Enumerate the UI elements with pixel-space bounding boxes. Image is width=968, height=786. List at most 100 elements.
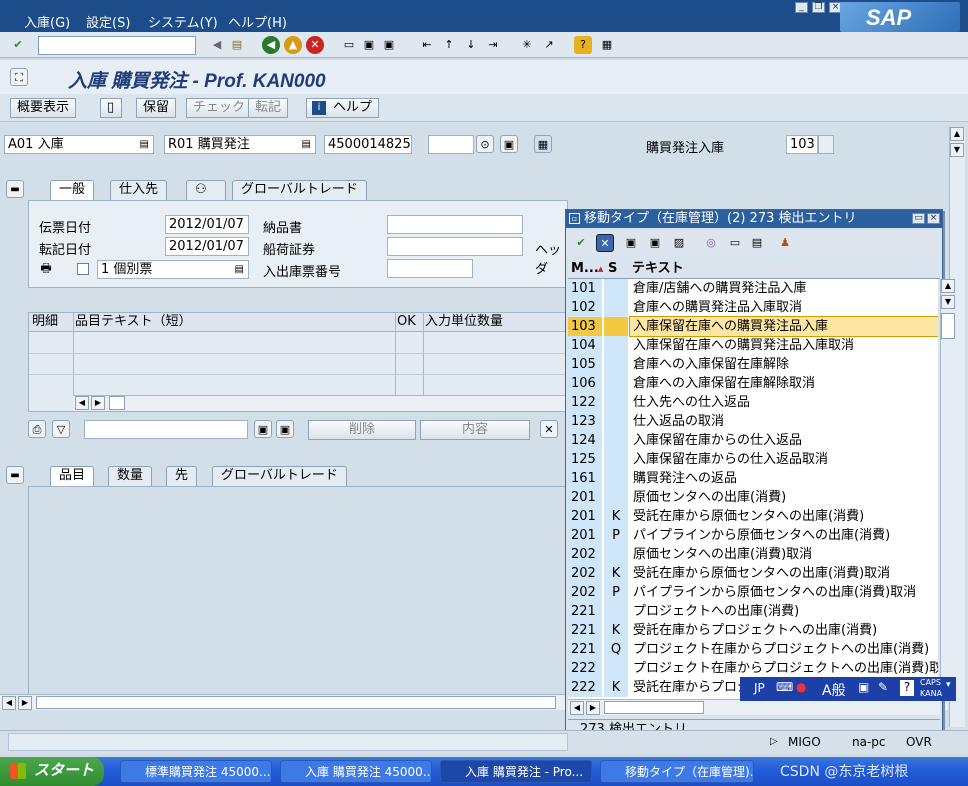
scroll-up-icon[interactable]: ▲ (941, 279, 955, 293)
movement-type-row[interactable]: 102 倉庫への購買発注品入庫取消 (568, 298, 938, 317)
print-icon[interactable]: ▭ (340, 36, 358, 54)
movement-type-row[interactable]: 101 倉庫/店舗への購買発注品入庫 (568, 279, 938, 298)
new-session-icon[interactable]: ✳ (518, 36, 536, 54)
popup-horizontal-scrollbar[interactable]: ◀ ▶ (568, 699, 940, 715)
scroll-right-icon[interactable]: ▶ (586, 701, 600, 715)
task-gr-po-1[interactable]: 入庫 購買発注 45000... (280, 760, 432, 783)
post-date-input[interactable]: 2012/01/07 (165, 237, 249, 256)
scroll-up-icon[interactable]: ▲ (950, 127, 964, 141)
movement-type-input[interactable]: 103 (786, 135, 818, 154)
doc-date-input[interactable]: 2012/01/07 (165, 215, 249, 234)
tab-destination[interactable]: 先 (166, 466, 198, 486)
status-arrow-icon[interactable]: ▷ (770, 736, 778, 747)
shortcut-icon[interactable]: ↗ (540, 36, 558, 54)
scroll-thumb[interactable] (941, 313, 955, 339)
scroll-thumb[interactable] (604, 701, 704, 714)
personal-list-icon[interactable]: ♟ (776, 234, 794, 252)
transaction-icon[interactable]: ⛶ (10, 68, 28, 86)
confirm-icon[interactable]: ✔ (572, 234, 590, 252)
layout-icon[interactable]: ▦ (598, 36, 616, 54)
collapse-header-icon[interactable]: ▬ (6, 180, 24, 198)
scroll-thumb[interactable] (109, 396, 125, 410)
back-arrow-icon[interactable]: ◀ (208, 36, 226, 54)
dictionary-icon[interactable]: ▣ (858, 680, 869, 694)
col-movement[interactable]: M... (571, 259, 599, 278)
settings-icon[interactable]: ▤ (748, 234, 766, 252)
tab-material[interactable]: 品目 (50, 466, 95, 486)
scroll-right-icon[interactable]: ▶ (18, 696, 32, 710)
items-horizontal-scrollbar[interactable]: ◀ ▶ (73, 395, 567, 411)
movement-type-row[interactable]: 123 仕入返品の取消 (568, 412, 938, 431)
movement-type-row[interactable]: 202 原価センタへの出庫(消費)取消 (568, 545, 938, 564)
ime-mode[interactable]: A般 (822, 680, 846, 700)
task-gr-po-2[interactable]: 入庫 購買発注 - Pro... (440, 760, 592, 783)
movement-type-row[interactable]: 161 購買発注への返品 (568, 469, 938, 488)
find-next-icon[interactable]: ▣ (646, 234, 664, 252)
movement-type-row[interactable]: 103 入庫保留在庫への購買発注品入庫 (568, 316, 938, 337)
check-button[interactable]: チェック (186, 98, 253, 118)
col-item[interactable]: 明細 (32, 313, 58, 331)
scroll-left-icon[interactable]: ◀ (570, 701, 584, 715)
task-movement-type[interactable]: 移動タイプ（在庫管理)... (600, 760, 754, 783)
tab-global-trade[interactable]: グローバルトレード (232, 180, 367, 200)
keyboard-icon[interactable]: ⌨ (776, 680, 793, 694)
command-field[interactable] (38, 36, 196, 55)
menu-goods-receipt[interactable]: 入庫(G) (24, 12, 70, 31)
back-icon[interactable]: ◀ (262, 36, 280, 54)
popup-vertical-scrollbar[interactable]: ▲ ▼ (940, 279, 956, 699)
new-document-icon[interactable]: ▯ (100, 98, 122, 118)
scroll-left-icon[interactable]: ◀ (2, 696, 16, 710)
scroll-down-icon[interactable]: ▼ (941, 295, 955, 309)
start-button[interactable]: スタート (0, 757, 104, 786)
find-icon[interactable]: ▣ (360, 36, 378, 54)
movement-type-row[interactable]: 221 プロジェクトへの出庫(消費) (568, 602, 938, 621)
col-material-text[interactable]: 品目テキスト（短） (75, 313, 192, 331)
print-table-icon[interactable]: ⎙ (28, 420, 46, 438)
tab-partner-icon[interactable]: ⚇ (186, 180, 226, 200)
find-icon[interactable]: ▣ (622, 234, 640, 252)
tool-icon[interactable]: ✎ (878, 680, 888, 694)
ime-help-icon[interactable]: ? (900, 680, 914, 696)
movement-type-row[interactable]: 201 K 受託在庫から原価センタへの出庫(消費) (568, 507, 938, 526)
post-button[interactable]: 転記 (248, 98, 289, 118)
po-number-input[interactable]: 4500014825 (324, 135, 412, 154)
scroll-left-icon[interactable]: ◀ (75, 396, 89, 410)
tab-detail-global-trade[interactable]: グローバルトレード (212, 466, 347, 486)
enter-icon[interactable]: ✔ (9, 36, 27, 54)
tab-vendor[interactable]: 仕入先 (110, 180, 168, 200)
col-text[interactable]: テキスト (632, 259, 684, 278)
exit-icon[interactable]: ▲ (284, 36, 302, 54)
grid-icon[interactable]: ▦ (534, 135, 552, 153)
col-ok[interactable]: OK (397, 313, 416, 331)
save-icon[interactable]: ▤ (228, 36, 246, 54)
slip-option-select[interactable]: 1 個別票 ▤ (97, 260, 249, 279)
movement-type-row[interactable]: 222 プロジェクト在庫からプロジェクトへの出庫(消費)取消 (568, 659, 938, 678)
tab-general[interactable]: 一般 (50, 180, 95, 200)
hold-button[interactable]: 保留 (136, 98, 177, 118)
sort-icon[interactable]: ▨ (670, 234, 688, 252)
col-special-stock[interactable]: S (608, 259, 617, 278)
overview-button[interactable]: 概要表示 (10, 98, 77, 118)
search-icon[interactable]: ▣ (500, 135, 518, 153)
menu-help[interactable]: ヘルプ(H) (228, 12, 287, 31)
help-button[interactable]: i ヘルプ (306, 98, 380, 118)
delete-button[interactable]: 削除 (308, 420, 416, 440)
popup-close-icon[interactable]: × (927, 213, 940, 224)
movement-type-row[interactable]: 125 入庫保留在庫からの仕入返品取消 (568, 450, 938, 469)
first-page-icon[interactable]: ⇤ (418, 36, 436, 54)
item-input[interactable] (428, 135, 474, 154)
cancel-icon[interactable]: ✕ (306, 36, 324, 54)
info-search-icon[interactable]: ◎ (702, 234, 720, 252)
bill-of-lading-input[interactable] (387, 237, 523, 256)
movement-type-row[interactable]: 106 倉庫への入庫保留在庫解除取消 (568, 374, 938, 393)
movement-type-row[interactable]: 202 P パイプラインから原価センタへの出庫(消費)取消 (568, 583, 938, 602)
filter-icon[interactable]: ▽ (52, 420, 70, 438)
ime-language[interactable]: JP (754, 681, 765, 695)
expand-icon[interactable]: ✕ (540, 420, 558, 438)
prev-page-icon[interactable]: ↑ (440, 36, 458, 54)
movement-type-row[interactable]: 201 原価センタへの出庫(消費) (568, 488, 938, 507)
task-standard-po[interactable]: 標準購買発注 45000... (120, 760, 272, 783)
collapse-detail-icon[interactable]: ▬ (6, 466, 24, 484)
minimize-icon[interactable]: _ (795, 2, 808, 13)
movement-type-row[interactable]: 105 倉庫への入庫保留在庫解除 (568, 355, 938, 374)
